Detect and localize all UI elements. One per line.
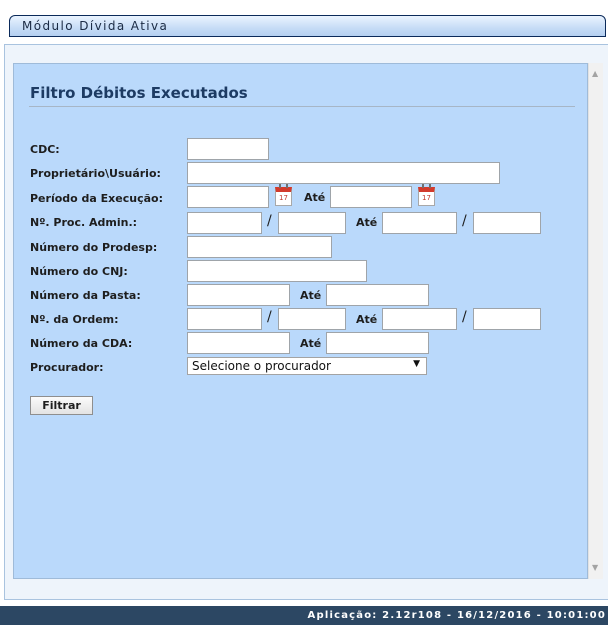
filter-button[interactable]: Filtrar: [30, 396, 93, 415]
title-divider: [29, 106, 575, 107]
ordem-label: Nº. da Ordem:: [30, 313, 119, 326]
proc-admin-year-end-input[interactable]: [473, 212, 541, 234]
chevron-down-icon: ▼: [413, 359, 420, 369]
cda-ate-label: Até: [300, 337, 322, 350]
cdc-input[interactable]: [187, 138, 269, 160]
procurador-select[interactable]: Selecione o procurador ▼: [187, 357, 427, 375]
pasta-ate-label: Até: [300, 289, 322, 302]
calendar-icon[interactable]: 17: [418, 184, 435, 206]
ordem-year-input[interactable]: [278, 308, 346, 330]
ordem-year-end-input[interactable]: [473, 308, 541, 330]
cda-end-input[interactable]: [326, 332, 429, 354]
scroll-down-icon[interactable]: ▼: [592, 564, 598, 572]
period-start-input[interactable]: [187, 186, 269, 208]
module-title-bar: Módulo Dívida Ativa: [9, 15, 606, 37]
cnj-label: Número do CNJ:: [30, 265, 128, 278]
procurador-label: Procurador:: [30, 361, 104, 374]
ordem-end-slash: /: [462, 309, 467, 325]
prodesp-label: Número do Prodesp:: [30, 241, 158, 254]
app-version-text: Aplicação: 2.12r108 - 16/12/2016 - 10:01…: [307, 610, 606, 621]
proc-admin-year-input[interactable]: [278, 212, 346, 234]
owner-label: Proprietário\Usuário:: [30, 167, 161, 180]
ordem-slash: /: [267, 309, 272, 325]
prodesp-input[interactable]: [187, 236, 332, 258]
filter-title: Filtro Débitos Executados: [30, 84, 248, 102]
cdc-label: CDC:: [30, 143, 60, 156]
period-label: Período da Execução:: [30, 192, 163, 205]
ordem-number-end-input[interactable]: [382, 308, 457, 330]
proc-admin-ate-label: Até: [356, 216, 378, 229]
proc-admin-slash: /: [267, 213, 272, 229]
owner-input[interactable]: [187, 162, 500, 184]
cda-start-input[interactable]: [187, 332, 290, 354]
proc-admin-number-end-input[interactable]: [382, 212, 457, 234]
cnj-input[interactable]: [187, 260, 367, 282]
ordem-number-input[interactable]: [187, 308, 262, 330]
period-end-input[interactable]: [330, 186, 412, 208]
module-title: Módulo Dívida Ativa: [22, 19, 169, 33]
period-ate-label: Até: [304, 191, 326, 204]
calendar-icon[interactable]: 17: [275, 184, 292, 206]
vertical-scrollbar[interactable]: ▲ ▼: [588, 63, 603, 579]
cda-label: Número da CDA:: [30, 337, 133, 350]
scroll-up-icon[interactable]: ▲: [592, 70, 598, 78]
status-footer: Aplicação: 2.12r108 - 16/12/2016 - 10:01…: [0, 606, 608, 625]
procurador-select-value: Selecione o procurador: [192, 359, 331, 373]
ordem-ate-label: Até: [356, 313, 378, 326]
pasta-label: Número da Pasta:: [30, 289, 141, 302]
proc-admin-label: Nº. Proc. Admin.:: [30, 216, 138, 229]
pasta-end-input[interactable]: [326, 284, 429, 306]
pasta-start-input[interactable]: [187, 284, 290, 306]
proc-admin-number-input[interactable]: [187, 212, 262, 234]
proc-admin-end-slash: /: [462, 213, 467, 229]
